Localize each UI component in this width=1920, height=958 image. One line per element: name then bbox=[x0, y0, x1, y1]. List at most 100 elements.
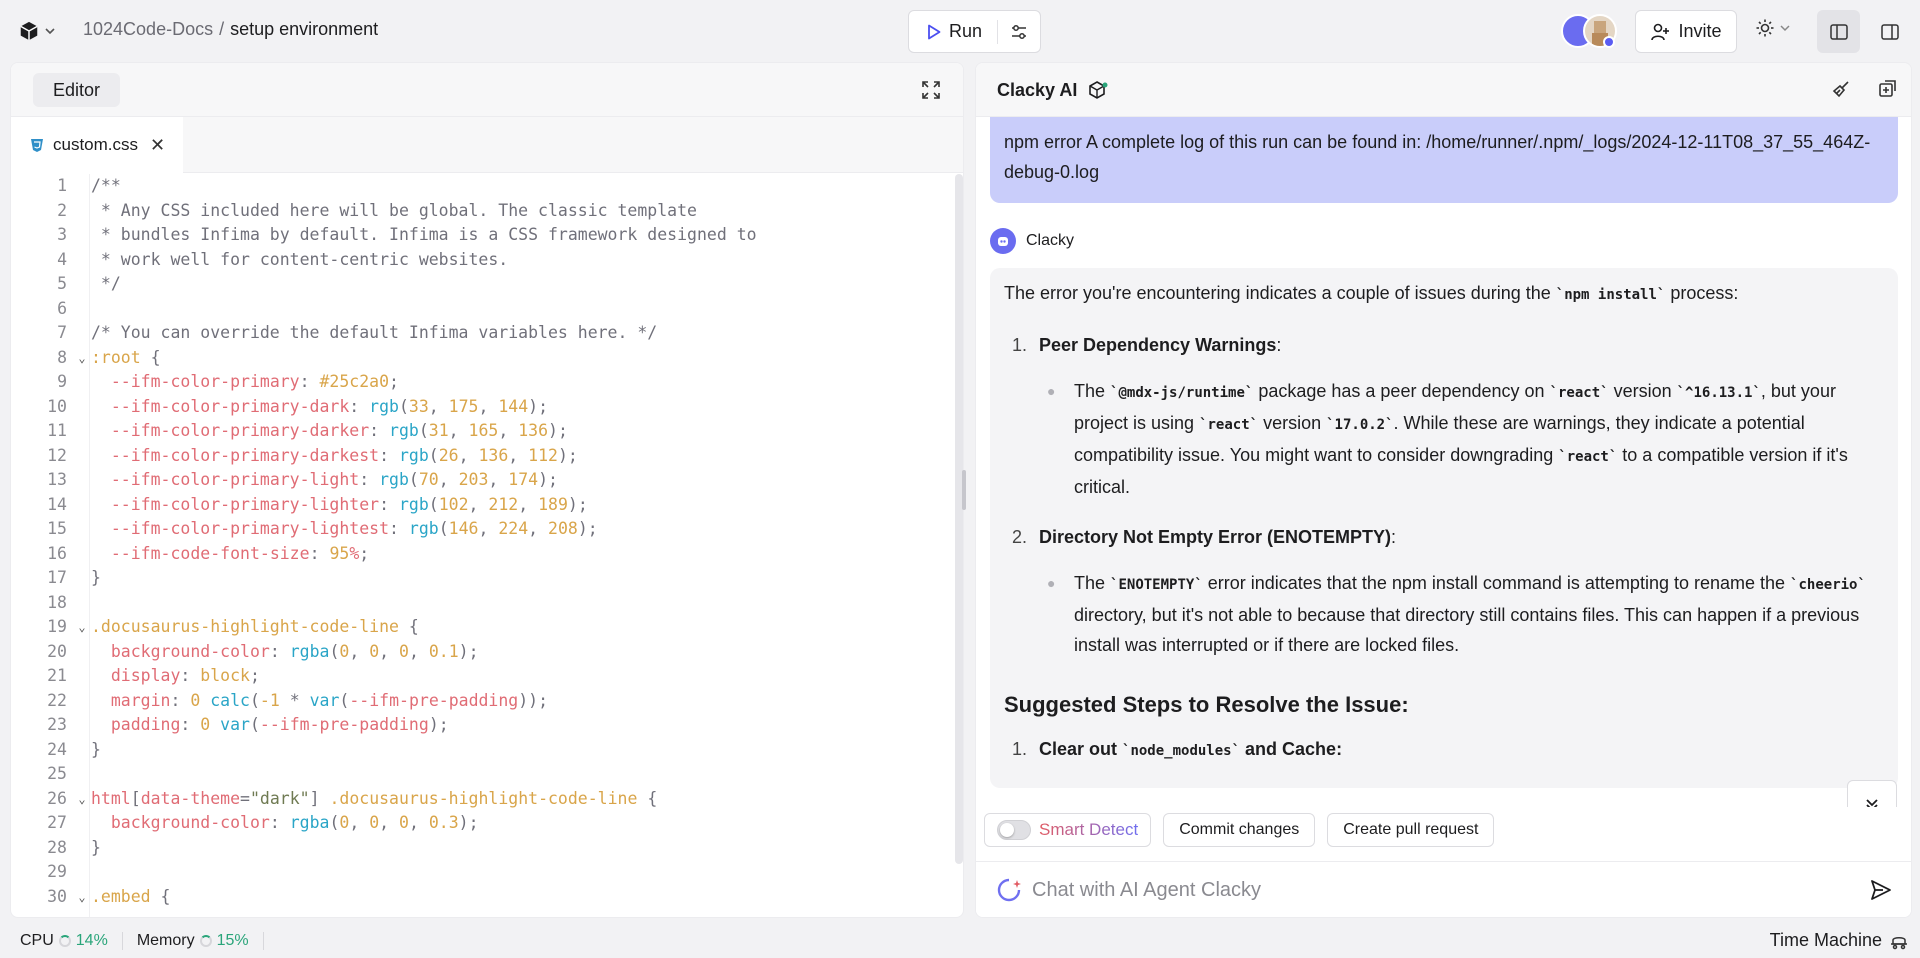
panel-resize-handle[interactable] bbox=[962, 470, 966, 510]
code-text: .docusaurus-highlight-code-line { bbox=[91, 617, 419, 636]
new-chat-icon[interactable] bbox=[1877, 79, 1897, 99]
code-line[interactable]: 4 * work well for content-centric websit… bbox=[11, 248, 963, 273]
code-line[interactable]: 1 /** bbox=[11, 174, 963, 199]
code-line[interactable]: 15 --ifm-color-primary-lightest: rgb(146… bbox=[11, 517, 963, 542]
fold-toggle-icon[interactable]: ⌄ bbox=[73, 885, 91, 910]
fold-toggle-icon bbox=[73, 836, 91, 861]
chat-title: Clacky AI bbox=[997, 79, 1109, 101]
code-line[interactable]: 2 * Any CSS included here will be global… bbox=[11, 199, 963, 224]
scroll-to-bottom-button[interactable] bbox=[1847, 780, 1897, 807]
code-line[interactable]: 21 display: block; bbox=[11, 664, 963, 689]
breadcrumb-page[interactable]: setup environment bbox=[230, 19, 378, 40]
fold-toggle-icon bbox=[73, 738, 91, 763]
line-number: 7 bbox=[57, 323, 67, 342]
collaborator-avatars[interactable] bbox=[1561, 14, 1617, 50]
clacky-avatar bbox=[990, 228, 1016, 254]
file-tab-custom-css[interactable]: custom.css ✕ bbox=[11, 117, 184, 173]
code-line[interactable]: 27 background-color: rgba(0, 0, 0, 0.3); bbox=[11, 811, 963, 836]
code-line[interactable]: 5 */ bbox=[11, 272, 963, 297]
code-line[interactable]: 23 padding: 0 var(--ifm-pre-padding); bbox=[11, 713, 963, 738]
line-number: 25 bbox=[47, 764, 67, 783]
code-line[interactable]: 7 /* You can override the default Infima … bbox=[11, 321, 963, 346]
code-line[interactable]: 29 bbox=[11, 860, 963, 885]
code-line[interactable]: 19 ⌄ .docusaurus-highlight-code-line { bbox=[11, 615, 963, 640]
user-message: npm error A complete log of this run can… bbox=[990, 117, 1898, 203]
code-line[interactable]: 24} bbox=[11, 738, 963, 763]
fold-toggle-icon bbox=[73, 566, 91, 591]
run-button[interactable]: Run bbox=[909, 21, 997, 42]
editor-scrollbar[interactable] bbox=[955, 174, 963, 864]
time-machine-button[interactable]: Time Machine bbox=[1770, 930, 1908, 951]
send-icon[interactable] bbox=[1869, 878, 1893, 902]
smart-detect-toggle[interactable]: Smart Detect bbox=[984, 813, 1152, 847]
code-line[interactable]: 6 bbox=[11, 297, 963, 322]
code-line[interactable]: 13 --ifm-color-primary-light: rgb(70, 20… bbox=[11, 468, 963, 493]
tab-editor[interactable]: Editor bbox=[33, 73, 121, 107]
toggle-switch[interactable] bbox=[997, 820, 1031, 840]
fold-toggle-icon[interactable]: ⌄ bbox=[73, 615, 91, 640]
code-line[interactable]: 10 --ifm-color-primary-dark: rgb(33, 175… bbox=[11, 395, 963, 420]
memory-usage: Memory 15% bbox=[137, 932, 249, 950]
fold-toggle-icon bbox=[73, 664, 91, 689]
close-tab-icon[interactable]: ✕ bbox=[150, 135, 165, 156]
invite-button[interactable]: Invite bbox=[1635, 10, 1737, 53]
code-line[interactable]: 9 --ifm-color-primary: #25c2a0; bbox=[11, 370, 963, 395]
maximize-button[interactable] bbox=[921, 80, 941, 105]
code-text: --ifm-color-primary: #25c2a0; bbox=[110, 372, 399, 391]
broom-icon[interactable] bbox=[1831, 79, 1851, 99]
editor-panel: Editor custom.css ✕ 1 /** 2 * Any CSS incl… bbox=[10, 62, 964, 918]
run-settings-button[interactable] bbox=[998, 23, 1040, 41]
code-text: * bundles Infima by default. Infima is a… bbox=[91, 225, 757, 244]
toggle-right-panel-button[interactable] bbox=[1868, 10, 1911, 53]
code-line[interactable]: 18 bbox=[11, 591, 963, 616]
line-number: 27 bbox=[47, 813, 67, 832]
time-machine-label: Time Machine bbox=[1769, 930, 1882, 950]
code-line[interactable]: 30 ⌄ .embed { bbox=[11, 885, 963, 910]
breadcrumb-project[interactable]: 1024Code-Docs bbox=[83, 19, 213, 40]
code-line[interactable]: 16 --ifm-code-font-size: 95%; bbox=[11, 542, 963, 567]
add-user-icon bbox=[1651, 23, 1670, 40]
code-line[interactable]: 28} bbox=[11, 836, 963, 861]
line-number: 11 bbox=[47, 421, 67, 440]
ai-spinner-icon bbox=[997, 878, 1021, 902]
code-text: * Any CSS included here will be global. … bbox=[91, 200, 697, 220]
code-line[interactable]: 8 ⌄:root { bbox=[11, 346, 963, 371]
code-text: padding: 0 var(--ifm-pre-padding); bbox=[110, 715, 449, 734]
code-line[interactable]: 26 ⌄ html[data-theme="dark"] .docusaurus-h… bbox=[11, 787, 963, 812]
line-number: 14 bbox=[47, 494, 67, 514]
chat-input[interactable] bbox=[1032, 878, 1859, 902]
toggle-left-panel-button[interactable] bbox=[1817, 10, 1860, 53]
code-text: --ifm-code-font-size: 95%; bbox=[110, 543, 370, 563]
code-line[interactable]: 25 bbox=[11, 762, 963, 787]
app-menu-button[interactable] bbox=[18, 20, 56, 42]
chat-title-label: Clacky AI bbox=[997, 79, 1078, 100]
code-editor[interactable]: 1 /** 2 * Any CSS included here will be gl… bbox=[11, 174, 963, 917]
line-number: 4 bbox=[57, 249, 67, 269]
code-line[interactable]: 3 * bundles Infima by default. Infima is… bbox=[11, 223, 963, 248]
invite-label: Invite bbox=[1678, 21, 1722, 41]
list-item: 2. Directory Not Empty Error (ENOTEMPTY)… bbox=[1012, 527, 1397, 547]
cube-status-icon[interactable] bbox=[1087, 79, 1109, 101]
code-line[interactable]: 12 --ifm-color-primary-darkest: rgb(26, … bbox=[11, 444, 963, 469]
code-line[interactable]: 22 margin: 0 calc(-1 * var(--ifm-pre-pad… bbox=[11, 689, 963, 714]
expand-icon bbox=[922, 81, 940, 99]
chat-header-actions bbox=[1831, 79, 1897, 99]
code-text: html[data-theme="dark"] .docusaurus-high… bbox=[91, 788, 658, 808]
editor-header: Editor bbox=[11, 63, 963, 117]
fold-toggle-icon[interactable]: ⌄ bbox=[73, 787, 91, 812]
fold-toggle-icon[interactable]: ⌄ bbox=[73, 346, 91, 371]
code-line[interactable]: 11 --ifm-color-primary-darker: rgb(31, 1… bbox=[11, 419, 963, 444]
code-text: .embed { bbox=[91, 886, 171, 906]
line-number: 30 bbox=[47, 886, 67, 906]
code-line[interactable]: 20 background-color: rgba(0, 0, 0, 0.1); bbox=[11, 640, 963, 665]
chat-messages[interactable]: npm error A complete log of this run can… bbox=[976, 117, 1911, 807]
smart-detect-label: Smart Detect bbox=[1039, 820, 1139, 839]
commit-changes-button[interactable]: Commit changes bbox=[1163, 813, 1316, 847]
code-line[interactable]: 17} bbox=[11, 566, 963, 591]
code-text: /* You can override the default Infima v… bbox=[91, 323, 658, 342]
create-pull-request-button[interactable]: Create pull request bbox=[1327, 813, 1495, 847]
theme-toggle-button[interactable] bbox=[1755, 18, 1791, 38]
chevron-down-icon bbox=[45, 28, 55, 35]
code-line[interactable]: 14 --ifm-color-primary-lighter: rgb(102,… bbox=[11, 493, 963, 518]
fold-toggle-icon bbox=[73, 493, 91, 518]
